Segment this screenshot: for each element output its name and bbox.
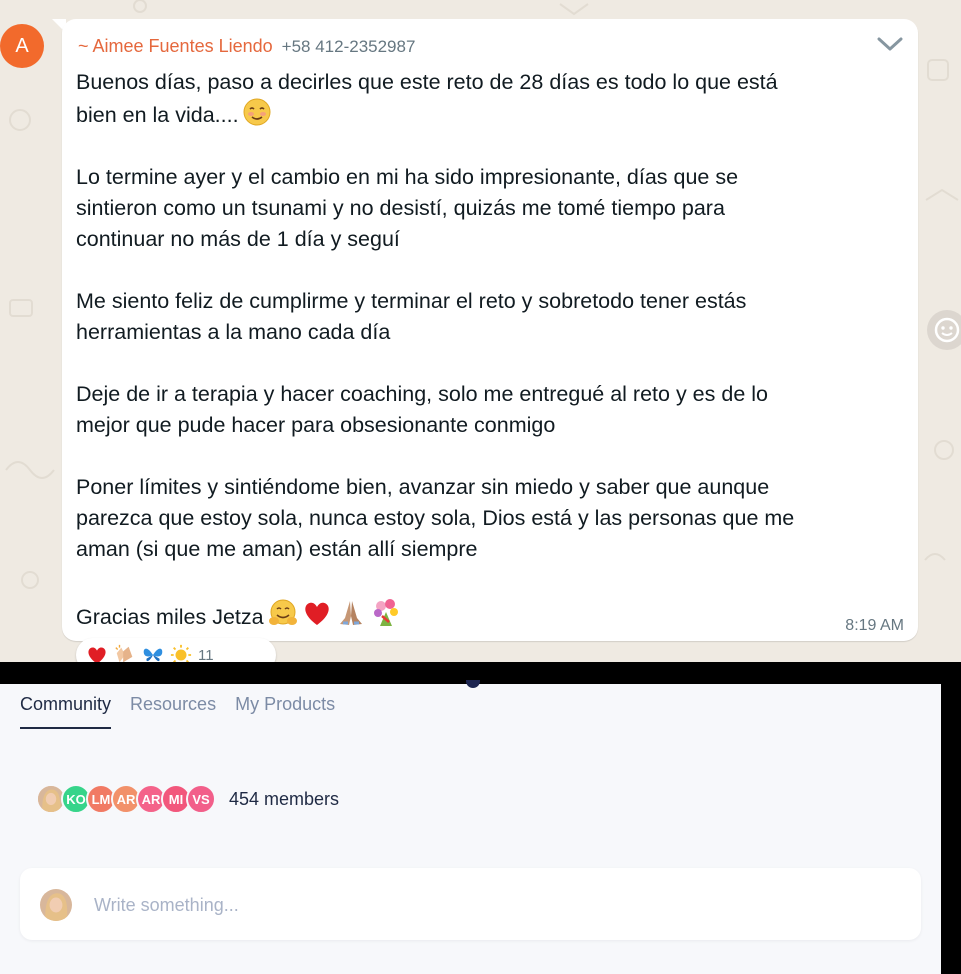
whatsapp-chat-area: A ~ Aimee Fuentes Liendo +58 412-2352987…	[0, 0, 961, 662]
write-something-input[interactable]	[92, 888, 876, 922]
message-paragraph: Buenos días, paso a decirles que este re…	[76, 70, 778, 127]
chevron-down-icon[interactable]	[876, 33, 904, 55]
community-panel: Community Resources My Products KO LM AR…	[0, 680, 941, 974]
message-paragraph: Gracias miles Jetza	[76, 596, 896, 633]
members-row[interactable]: KO LM AR AR MI VS 454 members	[36, 784, 339, 814]
sun-icon	[170, 644, 192, 662]
red-heart-icon	[88, 647, 106, 662]
member-avatar: VS	[186, 784, 216, 814]
current-user-avatar	[40, 889, 72, 921]
react-emoji-button[interactable]	[927, 310, 961, 350]
message-paragraph: Me siento feliz de cumplirme y terminar …	[76, 289, 747, 344]
tab-my-products[interactable]: My Products	[235, 694, 335, 729]
butterfly-icon	[143, 648, 163, 662]
user-photo-icon	[40, 889, 72, 921]
sender-phone: +58 412-2352987	[281, 37, 416, 56]
sender-name[interactable]: ~ Aimee Fuentes Liendo	[78, 36, 273, 56]
members-count[interactable]: 454 members	[229, 789, 339, 810]
clapping-hands-icon	[115, 644, 133, 662]
smiling-face-icon	[243, 98, 271, 126]
decorative-dot	[466, 680, 480, 688]
tab-community[interactable]: Community	[20, 694, 112, 729]
message-timestamp: 8:19 AM	[845, 617, 904, 634]
message-reactions[interactable]: 11	[76, 638, 276, 662]
sender-avatar[interactable]: A	[0, 24, 44, 68]
post-composer[interactable]	[20, 868, 921, 940]
message-bubble[interactable]: ~ Aimee Fuentes Liendo +58 412-2352987 B…	[62, 19, 918, 641]
emoji-icon	[934, 317, 960, 343]
red-heart-icon	[304, 602, 329, 625]
message-text: Buenos días, paso a decirles que este re…	[76, 67, 896, 662]
hugging-face-icon	[268, 599, 297, 625]
message-paragraph: Poner límites y sintiéndome bien, avanza…	[76, 475, 795, 561]
folded-hands-icon	[339, 601, 362, 625]
message-paragraph: Lo termine ayer y el cambio en mi ha sid…	[76, 165, 739, 251]
message-paragraph: Deje de ir a terapia y hacer coaching, s…	[76, 382, 768, 437]
message-sender: ~ Aimee Fuentes Liendo +58 412-2352987	[78, 36, 415, 57]
reaction-count: 11	[198, 646, 214, 663]
community-tabs: Community Resources My Products	[20, 694, 335, 729]
tab-resources[interactable]: Resources	[130, 694, 216, 729]
bouquet-icon	[373, 599, 398, 626]
